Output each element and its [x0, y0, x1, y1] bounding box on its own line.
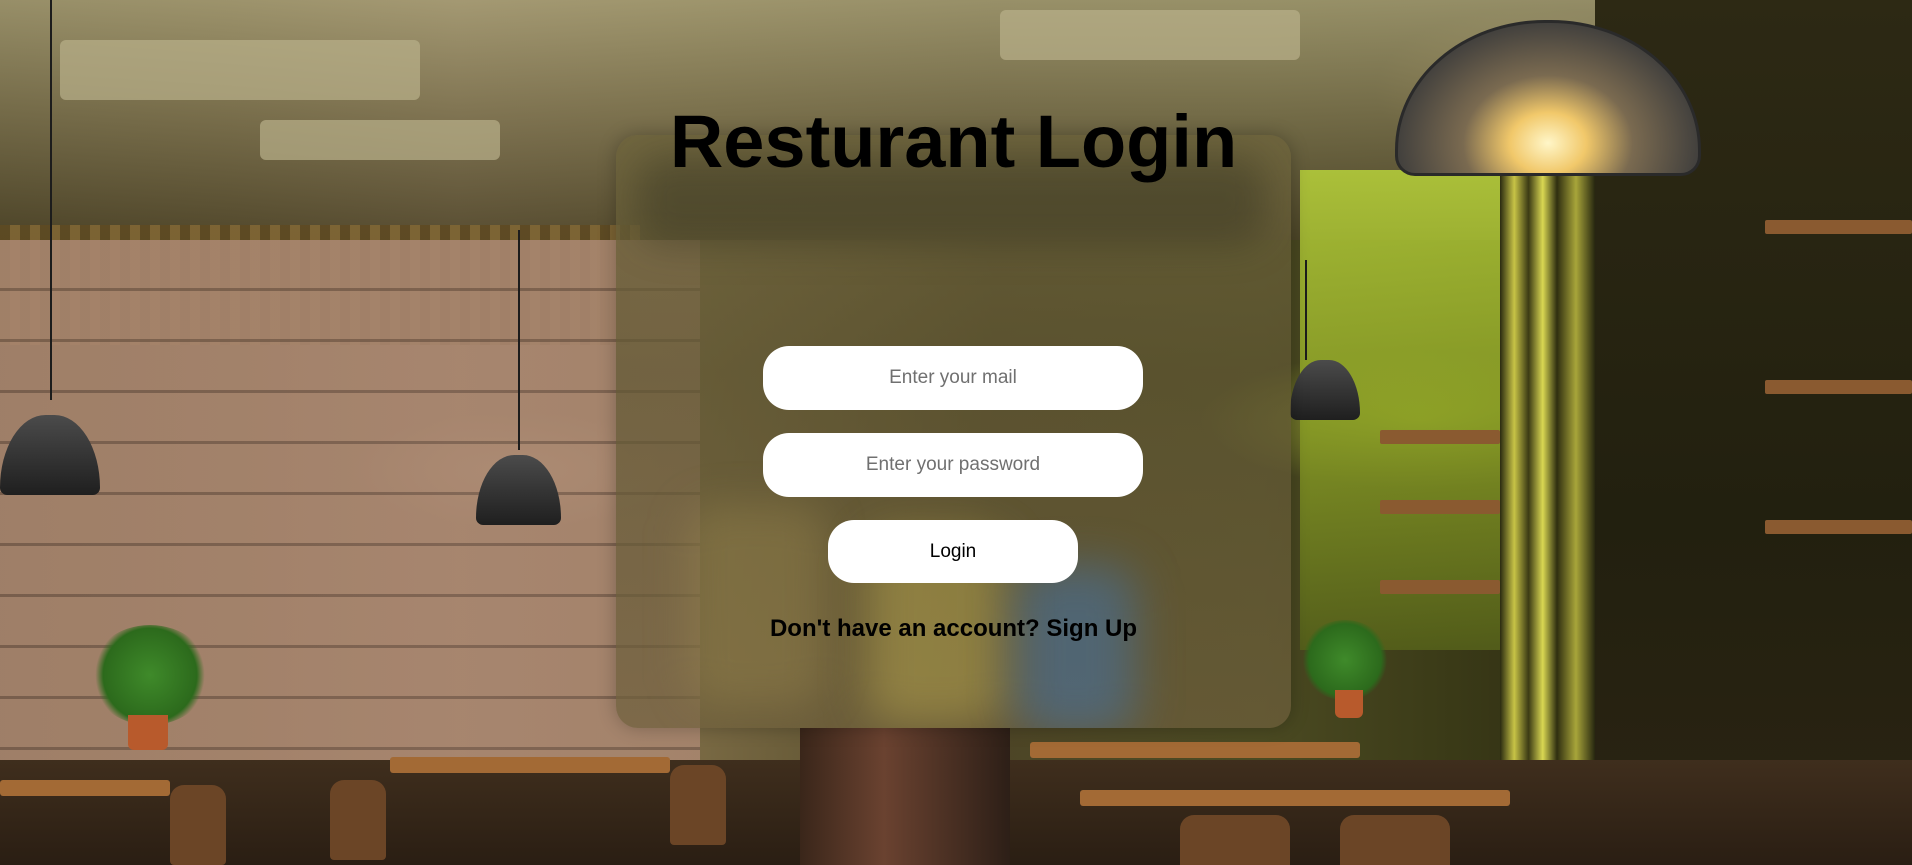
dining-table [1080, 790, 1510, 806]
brick-doorway [800, 728, 1010, 865]
card-backdrop-blur [1016, 565, 1136, 728]
lamp-cord [50, 0, 52, 400]
signup-link[interactable]: Sign Up [1046, 615, 1137, 642]
chair [670, 765, 726, 845]
dining-table [0, 780, 170, 796]
chair [1180, 815, 1290, 865]
shelf [1765, 220, 1912, 234]
shelf [1765, 380, 1912, 394]
lamp-cord [518, 230, 520, 450]
ceiling-duct [60, 40, 420, 100]
shelf [1765, 520, 1912, 534]
shelf [1380, 580, 1500, 594]
signup-prompt: Don't have an account? Sign Up [616, 615, 1291, 643]
login-button[interactable]: Login [828, 520, 1078, 583]
password-input[interactable] [763, 433, 1143, 497]
chair [170, 785, 226, 865]
potted-plant [1300, 620, 1390, 700]
email-input[interactable] [763, 346, 1143, 410]
dining-table [390, 757, 670, 773]
shelf [1380, 430, 1500, 444]
ceiling-duct [260, 120, 500, 160]
lamp-cord [1305, 260, 1307, 360]
chair [1340, 815, 1450, 865]
plant-pot [1335, 690, 1363, 718]
page-title: Resturant Login [669, 100, 1238, 183]
shelf [1380, 500, 1500, 514]
signup-prompt-text: Don't have an account? [769, 615, 1047, 642]
plant-pot [128, 715, 168, 750]
dining-table [1030, 742, 1360, 758]
ceiling-duct [1000, 10, 1300, 60]
card-backdrop-blur [686, 505, 826, 705]
potted-plant [90, 625, 210, 725]
pillar [1500, 150, 1595, 865]
chair [330, 780, 386, 860]
